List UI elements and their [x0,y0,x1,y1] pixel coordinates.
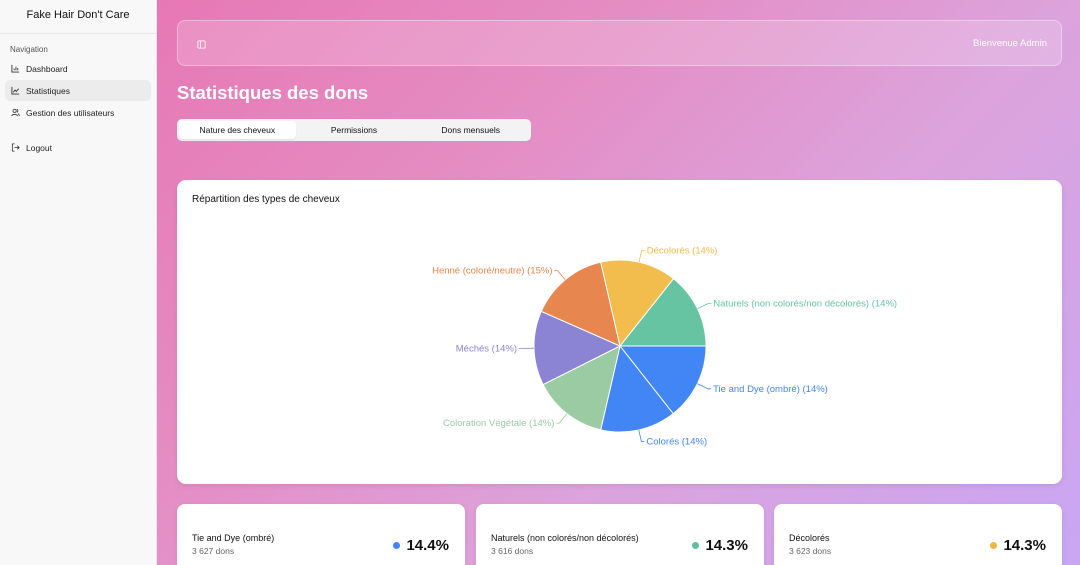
top-bar: Bienvenue Admin [177,20,1062,66]
app-title: Fake Hair Don't Care [0,0,156,34]
stat-percent: 14.3% [705,537,748,554]
stat-percent: 14.4% [406,537,449,554]
stat-count: 3 623 dons [789,546,832,556]
sidebar-item-dashboard[interactable]: Dashboard [5,58,151,79]
pie-label-line [697,303,712,310]
pie-label-line [638,250,645,263]
tab-nature-cheveux[interactable]: Nature des cheveux [179,121,296,139]
pie-label-line [697,383,712,390]
sidebar-item-gestion-utilisateurs[interactable]: Gestion des utilisateurs [5,102,151,123]
pie-slice-label: Coloration Végétale (14%) [443,418,554,429]
sidebar-item-label: Dashboard [26,63,68,74]
color-dot-icon [393,542,401,549]
pie-slice-label: Naturels (non colorés/non décolorés) (14… [713,298,897,309]
stat-percent: 14.3% [1003,537,1046,554]
chart-card: Répartition des types de cheveux Tie and… [177,180,1062,484]
pie-label-line [554,270,566,280]
logout-icon [11,143,20,152]
stat-count: 3 616 dons [491,546,534,556]
pie-label-line [556,413,568,424]
sidebar-item-label: Gestion des utilisateurs [26,107,115,118]
pie-slice-label: Henné (coloré/neutre) (15%) [432,266,552,277]
color-dot-icon [692,542,700,549]
tab-dons-mensuels[interactable]: Dons mensuels [412,121,529,139]
pie-chart: Tie and Dye (ombré) (14%) Colorés (14%) Co… [432,245,897,448]
logout-label: Logout [26,142,52,153]
tab-list: Nature des cheveux Permissions Dons mens… [177,119,531,141]
users-icon [11,108,20,117]
stat-name: Décolorés [789,533,830,543]
stat-card: Décolorés 3 623 dons 14.3% [774,504,1062,565]
main-content: Bienvenue Admin Statistiques des dons Na… [157,0,1080,565]
pie-slice-label: Tie and Dye (ombré) (14%) [713,384,828,395]
nav-heading: Navigation [10,45,48,54]
page-title: Statistiques des dons [177,82,369,103]
stat-value: 14.3% [990,537,1046,554]
pie-label-line [638,429,645,443]
welcome-text: Bienvenue Admin [973,38,1047,49]
logout-button[interactable]: Logout [5,137,151,158]
sidebar-item-label: Statistiques [26,85,70,96]
pie-slice-label: Méchés (14%) [456,344,517,355]
line-chart-icon [11,86,20,95]
stat-card: Naturels (non colorés/non décolorés) 3 6… [476,504,764,565]
tab-permissions[interactable]: Permissions [296,121,413,139]
stat-card: Tie and Dye (ombré) 3 627 dons 14.4% [177,504,465,565]
stat-count: 3 627 dons [192,546,235,556]
sidebar: Fake Hair Don't Care Navigation Dashboar… [0,0,157,565]
sidebar-item-statistiques[interactable]: Statistiques [5,80,151,101]
stat-name: Naturels (non colorés/non décolorés) [491,533,639,543]
pie-slice-label: Colorés (14%) [646,437,707,448]
stat-name: Tie and Dye (ombré) [192,533,275,543]
sidebar-toggle-icon[interactable] [197,40,206,49]
stat-value: 14.4% [393,537,449,554]
color-dot-icon [990,542,998,549]
pie-slice-label: Décolorés (14%) [647,245,718,256]
bar-chart-icon [11,64,20,73]
stat-value: 14.3% [692,537,748,554]
